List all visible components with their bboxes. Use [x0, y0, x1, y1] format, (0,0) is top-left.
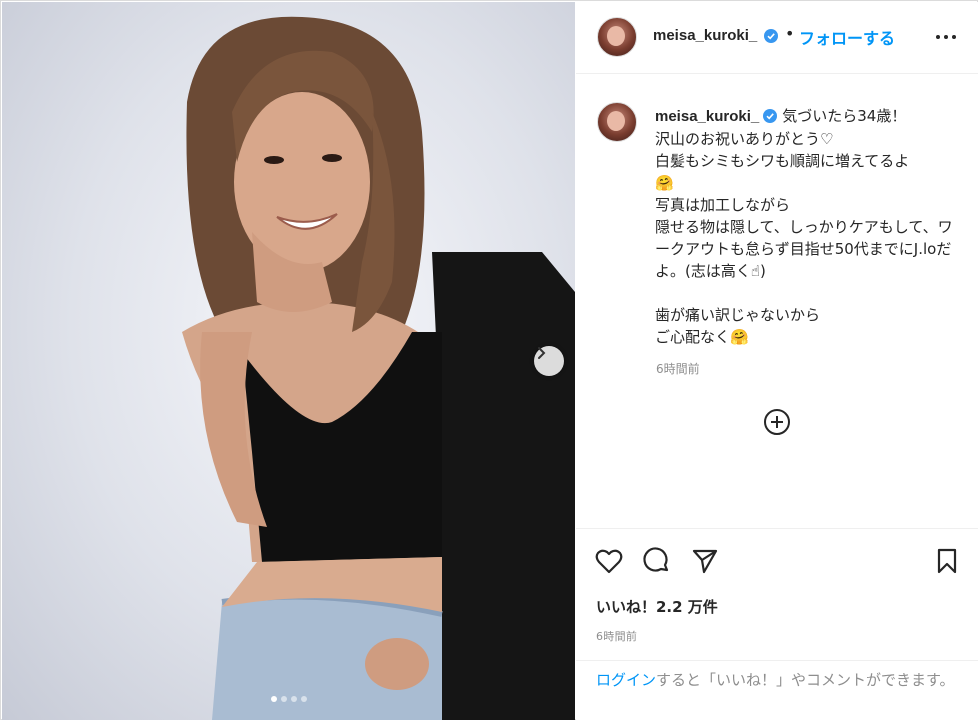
next-photo-button[interactable] — [534, 346, 564, 376]
more-horizontal-icon[interactable] — [934, 27, 958, 47]
carousel-dot — [290, 696, 297, 702]
avatar[interactable] — [597, 102, 637, 142]
likes-count[interactable]: いいね！2.2 万件 — [596, 596, 718, 617]
post-dialog: meisa_kuroki_ • フォローする meisa_kuroki_ 気づいた… — [0, 0, 978, 720]
carousel-dot — [300, 696, 307, 702]
verified-badge-icon — [763, 109, 778, 123]
bookmark-icon[interactable] — [932, 546, 962, 576]
caption-section: meisa_kuroki_ 気づいたら34歳！ 沢山のお祝いありがとう♡ 白髪もシ… — [576, 74, 978, 529]
carousel-dot — [270, 696, 277, 702]
plus-circle-icon[interactable] — [762, 407, 792, 437]
action-bar — [576, 530, 978, 590]
photo-illustration — [182, 16, 575, 720]
post-photo[interactable] — [2, 2, 575, 720]
post-sidebar: meisa_kuroki_ • フォローする meisa_kuroki_ 気づいた… — [576, 2, 978, 720]
login-prompt: ログインすると「いいね！」やコメントができます。 — [576, 660, 978, 720]
post-timestamp[interactable]: 6時間前 — [596, 628, 637, 644]
chevron-right-icon — [538, 347, 546, 359]
post-header: meisa_kuroki_ • フォローする — [576, 2, 978, 74]
caption-body: 気づいたら34歳！ 沢山のお祝いありがとう♡ 白髪もシミもシワも順調に増えてるよ… — [655, 107, 953, 346]
login-link[interactable]: ログイン — [596, 671, 656, 689]
login-text-rest: すると「いいね！」やコメントができます。 — [656, 671, 955, 689]
caption-username[interactable]: meisa_kuroki_ — [655, 108, 759, 125]
carousel-dots — [2, 696, 575, 702]
carousel-dot — [280, 696, 287, 702]
comment-icon[interactable] — [642, 546, 672, 576]
login-text: ログインすると「いいね！」やコメントができます。 — [596, 670, 966, 691]
verified-badge-icon — [764, 29, 778, 43]
heart-icon[interactable] — [594, 546, 624, 576]
caption-text: meisa_kuroki_ 気づいたら34歳！ 沢山のお祝いありがとう♡ 白髪もシ… — [655, 105, 967, 348]
paper-plane-icon[interactable] — [690, 546, 720, 576]
header-username[interactable]: meisa_kuroki_ — [653, 27, 757, 44]
separator-dot: • — [785, 24, 795, 43]
avatar[interactable] — [597, 17, 637, 57]
caption-timestamp[interactable]: 6時間前 — [656, 360, 700, 377]
follow-button[interactable]: フォローする — [799, 25, 895, 49]
